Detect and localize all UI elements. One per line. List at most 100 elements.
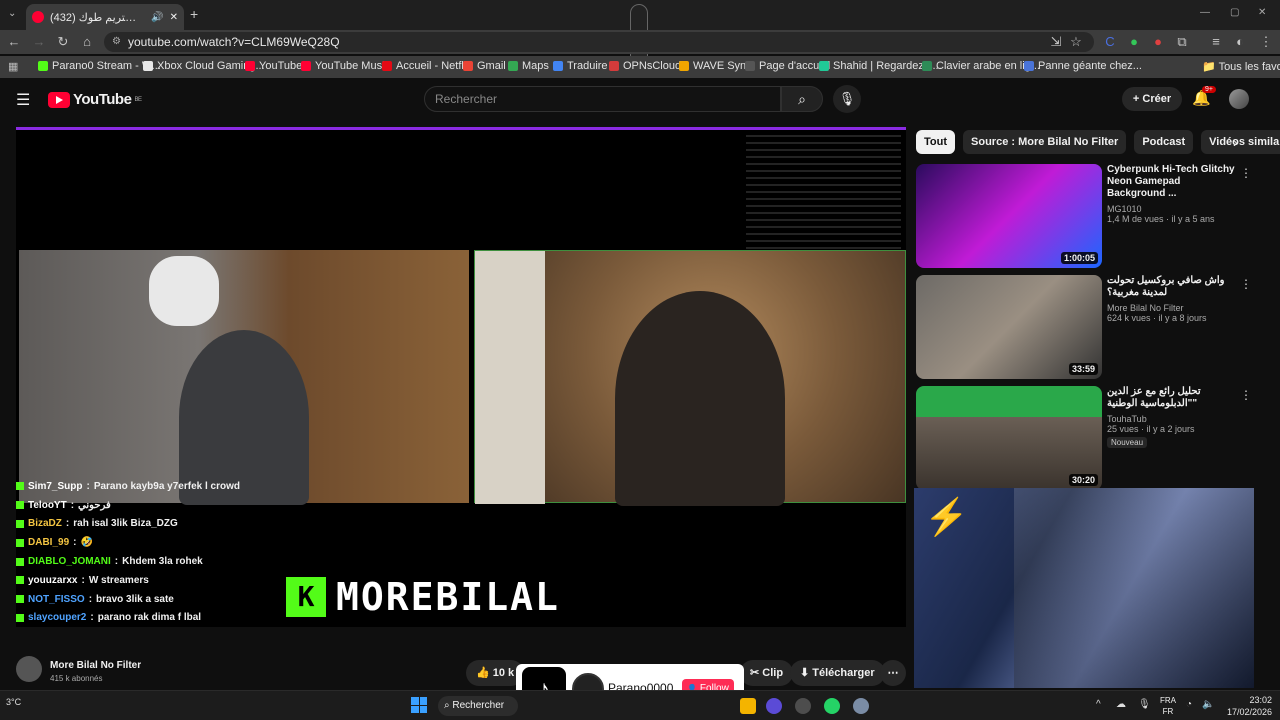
bookmark-item[interactable]: Page d'accueil [745,60,830,72]
maximize-icon[interactable]: ▢ [1230,7,1239,18]
video-thumbnail[interactable]: 1:00:05 [916,164,1102,268]
video-title[interactable]: واش صافي بروكسيل تحولت لمدينة مغربية؟ [1107,275,1237,299]
more-vertical-icon[interactable]: ⋮ [1240,166,1252,180]
bookmark-favicon-icon [819,61,829,71]
taskbar-search[interactable]: ⌕ Rechercher [438,696,518,716]
video-player[interactable]: Sim7_Supp: Parano kayb9a y7erfek l crowd T… [16,127,906,627]
app-icon-yellow[interactable] [740,698,756,714]
bookmark-favicon-icon [38,61,48,71]
video-duration: 1:00:05 [1060,252,1098,264]
reload-icon[interactable]: ↻ [55,34,71,50]
bookmark-favicon-icon [609,61,619,71]
account-avatar[interactable] [1229,89,1249,109]
system-clock[interactable]: 23:02 17/02/2026 [1227,694,1272,718]
all-favorites-link[interactable]: 📁 Tous les favoris [1202,60,1280,73]
keyboard-layout: FR [1162,707,1174,716]
chrome-icon[interactable] [795,698,811,714]
settings-icon[interactable] [853,698,869,714]
apps-grid-icon[interactable]: ▦ [8,60,18,73]
whatsapp-icon[interactable] [824,698,840,714]
bookmark-item[interactable]: Gmail [463,60,506,72]
video-info: واش صافي بروكسيل تحولت لمدينة مغربية؟ Mor… [1107,275,1237,323]
bookmark-item[interactable]: YouTube [245,60,302,72]
recommended-video[interactable]: 30:20 تحليل رائع مع عز الدين "الدبلوماسية… [916,386,1256,490]
plus-icon: + [1132,93,1140,105]
more-vertical-icon[interactable]: ⋮ [1240,388,1252,402]
filter-chip[interactable]: Vidéos simila [1201,130,1280,154]
forward-icon[interactable]: → [31,34,47,50]
download-icon: ⬇ [800,667,810,679]
video-channel[interactable]: More Bilal No Filter [1107,303,1237,313]
clip-button[interactable]: ✂ Clip [740,660,794,686]
channel-name[interactable]: More Bilal No Filter [50,660,141,671]
media-control-icon[interactable]: ≡ [1208,34,1224,50]
profile-icon[interactable]: ◐ [1232,34,1248,50]
bookmark-item[interactable]: WAVE Sync [679,60,752,72]
network-icon[interactable]: ☁ [1116,699,1126,710]
create-button[interactable]: + Créer [1122,87,1182,111]
extensions-icon[interactable]: ⧉ [1174,34,1190,50]
extension-red-icon[interactable]: ● [1150,34,1166,50]
video-info: Cyberpunk Hi-Tech Glitchy Neon Gamepad B… [1107,164,1237,224]
video-thumbnail[interactable]: 33:59 [916,275,1102,379]
video-title[interactable]: تحليل رائع مع عز الدين "الدبلوماسية الوط… [1107,386,1237,410]
video-channel[interactable]: TouhaTub [1107,414,1237,424]
tab-close-icon[interactable]: ✕ [170,12,178,23]
tab-list-icon[interactable]: ⌄ [8,8,16,19]
weather-widget[interactable]: 3°C [6,697,21,707]
audio-icon[interactable]: 🔊 [151,12,163,23]
browser-tab[interactable]: (432) هاذا أكثر ستريم طوك... 🔊 ✕ [26,4,184,30]
voice-search-button[interactable]: 🎙 [833,85,861,113]
install-app-icon[interactable]: ⇲ [1048,34,1064,50]
filter-chip[interactable]: Podcast [1134,130,1194,154]
bookmark-item[interactable]: Accueil - Netflix [382,60,472,72]
filter-chip[interactable]: Tout [916,130,956,154]
search-button[interactable]: ⌕ [781,86,823,112]
volume-icon[interactable]: 🔈 [1202,699,1214,710]
language-indicator[interactable]: FRA FR [1160,695,1176,717]
video-title[interactable]: Cyberpunk Hi-Tech Glitchy Neon Gamepad B… [1107,164,1237,200]
bookmark-star-icon[interactable]: ☆ [1068,34,1084,50]
chips-next-icon[interactable]: › [1233,134,1238,150]
progress-bar[interactable] [16,127,906,130]
bookmark-item[interactable]: YouTube Music [301,60,390,72]
video-channel[interactable]: MG1010 [1107,204,1237,214]
channel-avatar[interactable] [16,656,42,682]
wifi-icon[interactable]: ◔ [1186,699,1192,710]
clock-time: 23:02 [1249,695,1272,705]
youtube-logo[interactable]: YouTube BE [48,91,142,108]
extension-c-icon[interactable]: C [1102,34,1118,50]
bookmark-item[interactable]: Panne géante chez... [1024,60,1142,72]
extension-green-icon[interactable]: ● [1126,34,1142,50]
recommended-video[interactable]: 1:00:05 Cyberpunk Hi-Tech Glitchy Neon Ga… [916,164,1256,268]
notifications-button[interactable]: 🔔 9+ [1192,86,1216,107]
windows-start-icon[interactable] [411,697,427,713]
kick-chat-overlay: Sim7_Supp: Parano kayb9a y7erfek l crowd T… [16,477,306,627]
filter-chip[interactable]: Source : More Bilal No Filter [963,130,1127,154]
bookmark-item[interactable]: Maps [508,60,549,72]
download-button[interactable]: ⬇ Télécharger [790,660,885,686]
back-icon[interactable]: ← [6,34,22,50]
microphone-tray-icon[interactable]: 🎙 [1138,699,1151,710]
minimize-icon[interactable]: — [1200,7,1210,18]
bookmark-label: YouTube [259,60,303,72]
home-icon[interactable]: ⌂ [79,34,95,50]
video-thumbnail[interactable]: 30:20 [916,386,1102,490]
new-tab-icon[interactable]: + [190,6,198,22]
bookmark-item[interactable]: OPNsCloud [609,60,681,72]
bookmark-item[interactable]: Traduire [553,60,608,72]
hamburger-menu-icon[interactable]: ☰ [16,90,30,110]
search-input[interactable]: Rechercher [424,86,781,112]
url-field[interactable]: ⚙ youtube.com/watch?v=CLM69WeQ28Q [104,32,1094,52]
close-window-icon[interactable]: ✕ [1258,7,1266,18]
recommended-video[interactable]: 33:59 واش صافي بروكسيل تحولت لمدينة مغربي… [916,275,1256,379]
menu-icon[interactable]: ⋮ [1258,34,1274,50]
more-actions-button[interactable]: ⋯ [880,660,906,686]
bookmark-item[interactable]: Clavier arabe en lig... [922,60,1040,72]
site-info-icon[interactable]: ⚙ [112,32,121,52]
chat-separator: : [81,574,85,586]
app-icon-purple[interactable] [766,698,782,714]
bookmark-favicon-icon [1024,61,1034,71]
more-vertical-icon[interactable]: ⋮ [1240,277,1252,291]
tray-expand-icon[interactable]: ^ [1096,699,1101,710]
